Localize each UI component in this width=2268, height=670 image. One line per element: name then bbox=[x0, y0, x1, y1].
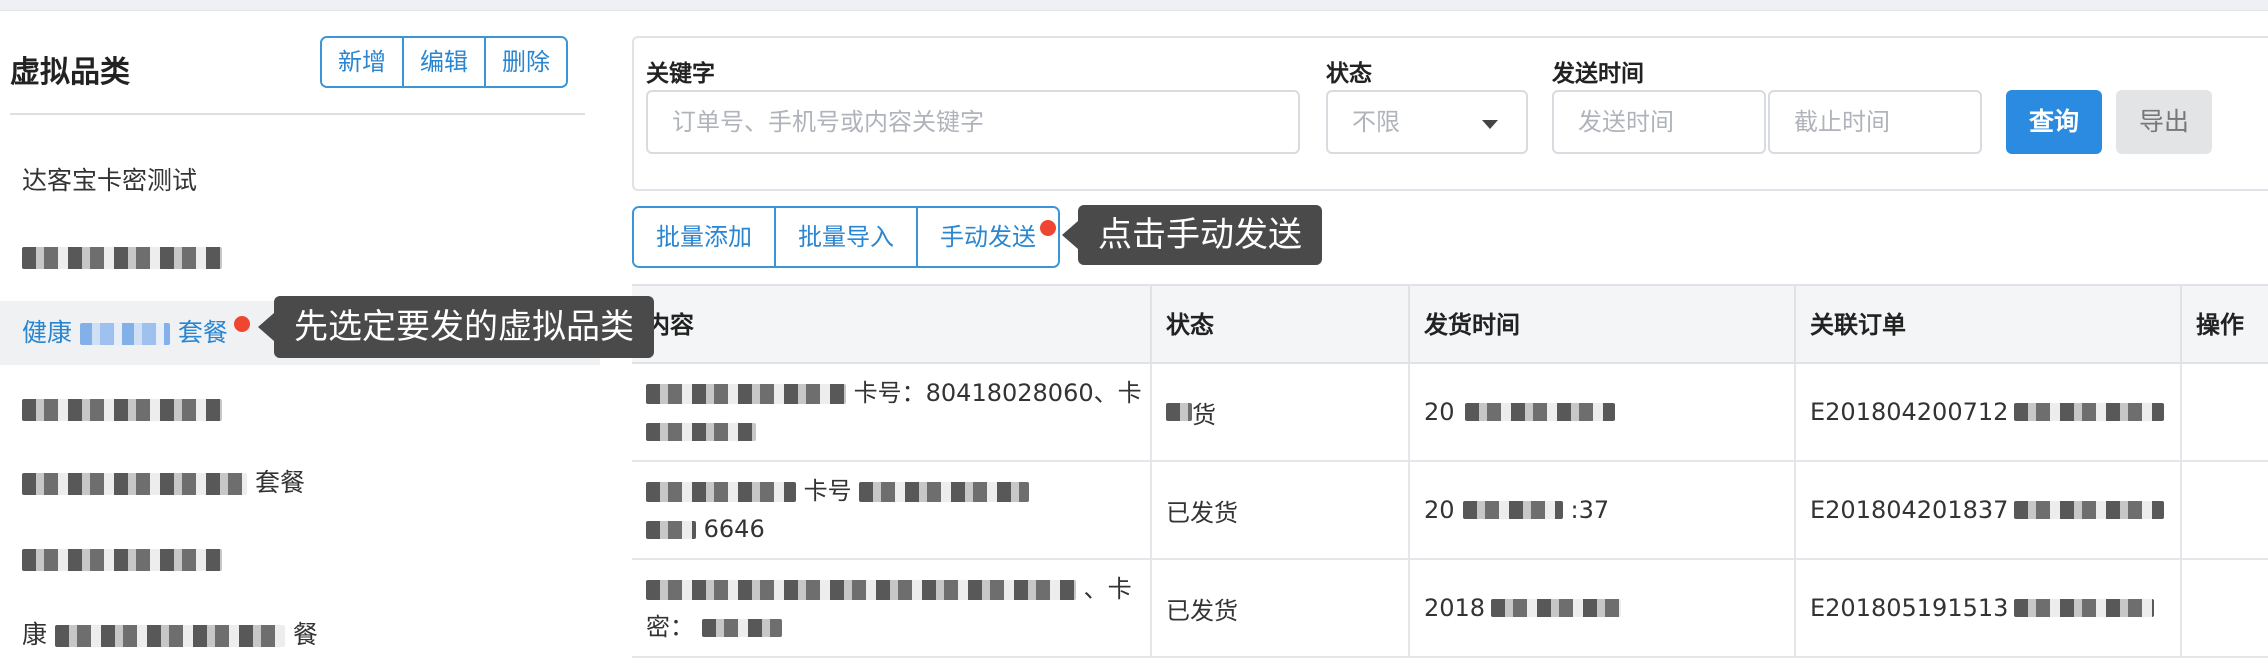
redacted-text bbox=[859, 482, 1030, 502]
filter-panel: 关键字 订单号、手机号或内容关键字 状态 不限 发送时间 发送时间 截止时间 查… bbox=[632, 36, 2268, 191]
category-label-suffix: 套餐 bbox=[254, 468, 305, 497]
redacted-text bbox=[22, 549, 222, 571]
add-button[interactable]: 新增 bbox=[322, 38, 404, 86]
redacted-text bbox=[2014, 599, 2155, 617]
status-label: 状态 bbox=[1326, 61, 1372, 87]
cell-order-text: E201804201837 bbox=[1810, 496, 2009, 524]
table-row[interactable]: 、卡 密： 已发货 2018 E201805191513 bbox=[632, 560, 2268, 658]
redacted-text bbox=[646, 384, 846, 404]
delivery-table: 内容 状态 发货时间 关联订单 操作 卡号：80418028060、卡 货 20… bbox=[632, 284, 2268, 670]
cell-status: 货 bbox=[1150, 364, 1408, 460]
redacted-text bbox=[2014, 403, 2165, 421]
cell-content-text-2: 6646 bbox=[703, 515, 765, 543]
cell-actions bbox=[2180, 560, 2268, 656]
category-tooltip: 先选定要发的虚拟品类 bbox=[258, 296, 654, 358]
redacted-text bbox=[646, 521, 696, 539]
cell-status-text: 已发货 bbox=[1166, 498, 1238, 527]
category-button-group: 新增 编辑 删除 bbox=[320, 36, 568, 88]
cell-send-time: 20 bbox=[1408, 364, 1794, 460]
cell-status: 已发货 bbox=[1150, 560, 1408, 656]
cell-content: 卡号：80418028060、卡 bbox=[632, 364, 1150, 460]
action-button-group: 批量添加 批量导入 手动发送 bbox=[632, 206, 1060, 268]
batch-import-button[interactable]: 批量导入 bbox=[776, 208, 918, 266]
cell-order-text: E201804200712 bbox=[1810, 398, 2009, 426]
panel-title: 虚拟品类 bbox=[10, 55, 130, 90]
redacted-text bbox=[646, 580, 1076, 600]
redacted-text bbox=[1491, 599, 1622, 617]
redacted-text bbox=[22, 473, 247, 495]
cell-actions bbox=[2180, 462, 2268, 558]
cell-time-text: 2018 bbox=[1424, 594, 1486, 622]
redacted-text bbox=[1462, 501, 1563, 519]
batch-add-button[interactable]: 批量添加 bbox=[634, 208, 776, 266]
send-time-label: 发送时间 bbox=[1552, 61, 1644, 87]
cell-time-text: 20 bbox=[1424, 398, 1455, 426]
category-label: 达客宝卡密测试 bbox=[22, 166, 198, 195]
chevron-down-icon bbox=[1482, 120, 1498, 129]
category-item[interactable] bbox=[0, 527, 600, 591]
cell-content-text: 卡号 bbox=[803, 477, 852, 505]
category-label-suffix: 餐 bbox=[292, 620, 318, 649]
category-item[interactable] bbox=[0, 377, 600, 441]
cell-status-text: 已发货 bbox=[1166, 596, 1238, 625]
marker-dot bbox=[234, 316, 250, 332]
column-header-send-time: 发货时间 bbox=[1408, 286, 1794, 364]
category-item[interactable] bbox=[0, 225, 600, 289]
cell-actions bbox=[2180, 364, 2268, 460]
cell-content-text: 、卡 bbox=[1083, 575, 1132, 603]
edit-button[interactable]: 编辑 bbox=[404, 38, 486, 86]
table-row[interactable]: 卡号 6646 已发货 20 :37 E201804201837 bbox=[632, 462, 2268, 560]
divider bbox=[10, 113, 585, 115]
manual-send-tooltip: 点击手动发送 bbox=[1062, 205, 1322, 265]
cell-order-text: E201805191513 bbox=[1810, 594, 2009, 622]
category-label-prefix: 健康 bbox=[22, 318, 73, 347]
cell-send-time: 20 :37 bbox=[1408, 462, 1794, 558]
cell-order: E201804200712 bbox=[1794, 364, 2180, 460]
column-header-content: 内容 bbox=[646, 311, 694, 339]
keyword-label: 关键字 bbox=[646, 61, 715, 87]
cell-content: 卡号 6646 bbox=[632, 462, 1150, 558]
category-item[interactable]: 康 餐 bbox=[0, 603, 600, 667]
column-header-order: 关联订单 bbox=[1794, 286, 2180, 364]
column-header-actions: 操作 bbox=[2180, 286, 2268, 364]
column-header-status: 状态 bbox=[1150, 286, 1408, 364]
export-button[interactable]: 导出 bbox=[2116, 90, 2212, 154]
redacted-text bbox=[22, 399, 222, 421]
redacted-text bbox=[54, 625, 285, 647]
redacted-text bbox=[646, 482, 796, 502]
redacted-text bbox=[1464, 403, 1615, 421]
delete-button[interactable]: 删除 bbox=[486, 38, 566, 86]
redacted-text bbox=[22, 247, 222, 269]
status-select-value: 不限 bbox=[1352, 108, 1400, 136]
cell-time-suffix: :37 bbox=[1570, 496, 1610, 524]
redacted-text bbox=[2014, 501, 2165, 519]
manual-send-button[interactable]: 手动发送 bbox=[918, 208, 1058, 266]
category-item[interactable]: 达客宝卡密测试 bbox=[0, 149, 600, 213]
status-select[interactable]: 不限 bbox=[1326, 90, 1528, 154]
redacted-text bbox=[79, 323, 170, 345]
top-bar bbox=[0, 0, 2268, 11]
redacted-text bbox=[701, 619, 782, 637]
send-time-start-input[interactable]: 发送时间 bbox=[1552, 90, 1766, 154]
query-button[interactable]: 查询 bbox=[2006, 90, 2102, 154]
redacted-text bbox=[646, 423, 756, 441]
cell-status-text: 货 bbox=[1192, 400, 1216, 429]
cell-content-text-2: 密： bbox=[646, 613, 694, 641]
cell-content-text: 卡号：80418028060、卡 bbox=[853, 379, 1142, 407]
table-row[interactable]: 卡号：80418028060、卡 货 20 E201804200712 bbox=[632, 364, 2268, 462]
category-label-suffix: 套餐 bbox=[177, 318, 228, 347]
keyword-input[interactable]: 订单号、手机号或内容关键字 bbox=[646, 90, 1300, 154]
category-item[interactable]: 套餐 bbox=[0, 451, 600, 515]
redacted-text bbox=[1166, 403, 1192, 421]
cell-order: E201805191513 bbox=[1794, 560, 2180, 656]
table-header: 内容 状态 发货时间 关联订单 操作 bbox=[632, 284, 2268, 364]
category-label-prefix: 康 bbox=[22, 620, 48, 649]
cell-status: 已发货 bbox=[1150, 462, 1408, 558]
cell-content: 、卡 密： bbox=[632, 560, 1150, 656]
send-time-end-input[interactable]: 截止时间 bbox=[1768, 90, 1982, 154]
cell-order: E201804201837 bbox=[1794, 462, 2180, 558]
cell-send-time: 2018 bbox=[1408, 560, 1794, 656]
marker-dot bbox=[1040, 220, 1056, 236]
cell-time-text: 20 bbox=[1424, 496, 1455, 524]
